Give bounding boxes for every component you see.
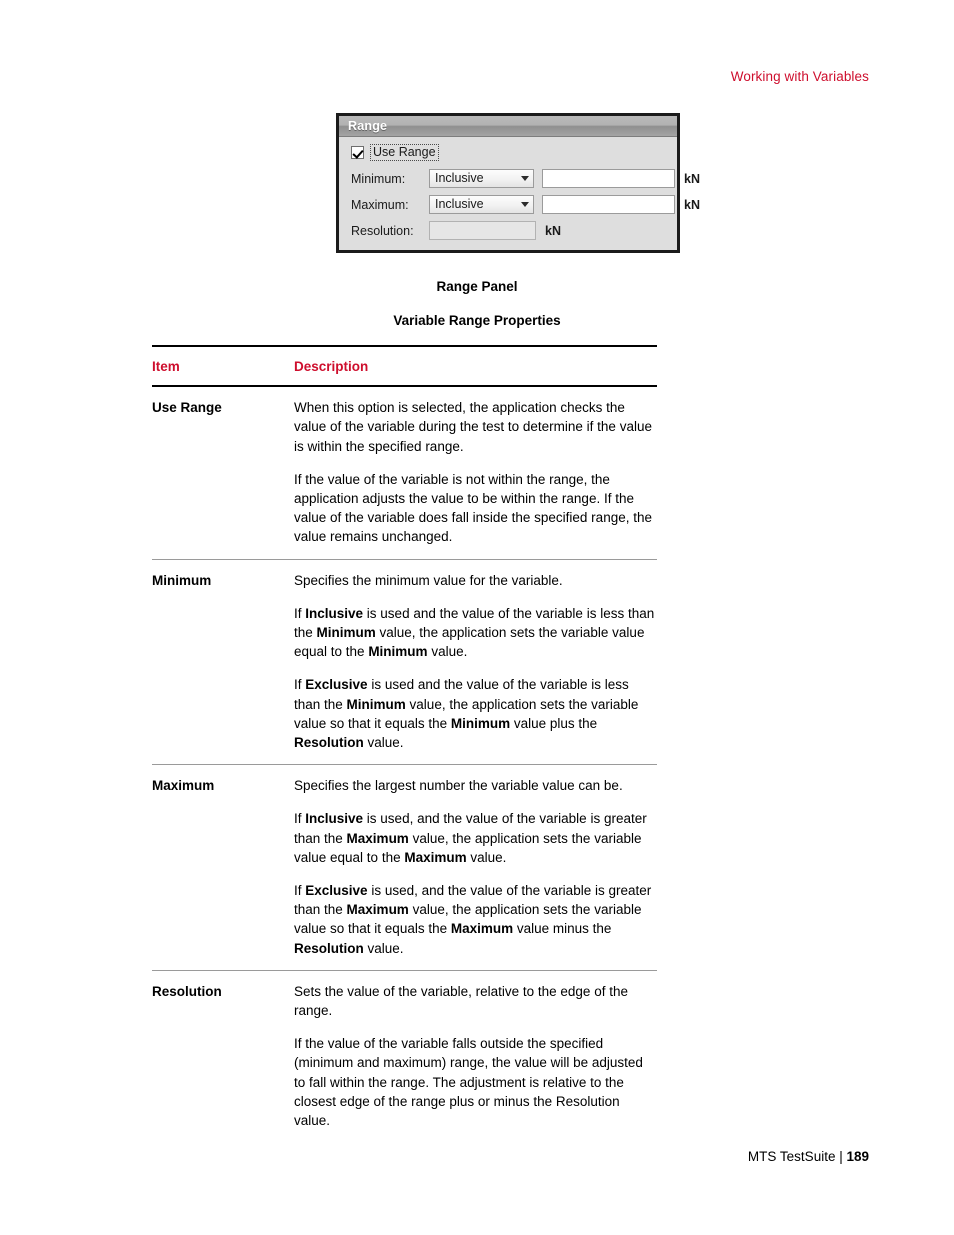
use-range-row: Use Range [351, 144, 677, 161]
range-panel-titlebar: Range [339, 116, 677, 137]
table-header-row: Item Description [152, 347, 657, 385]
chevron-down-icon [516, 196, 533, 213]
row-paragraph: If Exclusive is used, and the value of t… [294, 883, 652, 956]
row-item-label: Maximum [152, 778, 215, 794]
row-paragraph: Specifies the minimum value for the vari… [294, 572, 563, 588]
row-item-label: Use Range [152, 400, 222, 416]
maximum-bound-value: Inclusive [435, 197, 484, 211]
maximum-unit-label: kN [684, 197, 700, 212]
running-header-text: Working with Variables [730, 69, 869, 84]
use-range-label[interactable]: Use Range [370, 144, 439, 161]
table-title: Variable Range Properties [393, 313, 561, 328]
row-paragraph: If the value of the variable is not with… [294, 471, 652, 545]
minimum-row: Minimum: Inclusive kN [351, 169, 700, 188]
row-paragraph: If the value of the variable falls outsi… [294, 1036, 643, 1129]
figure-caption: Range Panel [436, 279, 518, 294]
resolution-unit-label: kN [545, 223, 561, 238]
chevron-down-icon [516, 170, 533, 187]
footer-product-name: MTS TestSuite | [747, 1149, 847, 1164]
resolution-value-input[interactable] [429, 221, 536, 240]
minimum-label: Minimum: [351, 171, 406, 186]
minimum-value-input[interactable] [542, 169, 675, 188]
running-header: Working with Variables [0, 69, 869, 84]
column-header-description: Description [294, 359, 369, 374]
table-row: Resolution Sets the value of the variabl… [152, 971, 657, 1142]
use-range-checkbox[interactable] [351, 146, 364, 159]
page-footer: MTS TestSuite | 189 [0, 1149, 869, 1164]
row-paragraph: If Inclusive is used, and the value of t… [294, 811, 647, 865]
maximum-value-input[interactable] [542, 195, 675, 214]
row-paragraph: When this option is selected, the applic… [294, 400, 652, 454]
variable-range-properties-table: Item Description Use Range When this opt… [152, 345, 657, 1142]
row-description: Specifies the largest number the variabl… [294, 776, 657, 958]
row-description: Sets the value of the variable, relative… [294, 982, 657, 1130]
maximum-label: Maximum: [351, 197, 409, 212]
row-paragraph: Specifies the largest number the variabl… [294, 778, 623, 794]
row-paragraph: If Inclusive is used and the value of th… [294, 605, 655, 660]
row-paragraph: Sets the value of the variable, relative… [294, 983, 628, 1019]
row-paragraph: If Exclusive is used and the value of th… [294, 677, 639, 751]
figure-range-panel: Range Use Range Minimum: Inclusive kN Ma… [336, 113, 700, 253]
range-panel: Range Use Range Minimum: Inclusive kN Ma… [336, 113, 700, 253]
row-description: Specifies the minimum value for the vari… [294, 571, 657, 753]
minimum-unit-label: kN [684, 171, 700, 186]
row-description: When this option is selected, the applic… [294, 398, 657, 546]
minimum-bound-select[interactable]: Inclusive [429, 169, 534, 188]
resolution-row: Resolution: kN [351, 221, 677, 240]
table-row: Minimum Specifies the minimum value for … [152, 560, 657, 765]
table-row: Use Range When this option is selected, … [152, 387, 657, 558]
range-panel-title: Range [348, 119, 388, 133]
maximum-row: Maximum: Inclusive kN [351, 195, 700, 214]
footer-page-number: 189 [846, 1149, 869, 1164]
table-row: Maximum Specifies the largest number the… [152, 765, 657, 970]
range-panel-body: Use Range Minimum: Inclusive kN Maximum:… [339, 137, 700, 250]
minimum-bound-value: Inclusive [435, 171, 484, 185]
resolution-label: Resolution: [351, 223, 414, 238]
maximum-bound-select[interactable]: Inclusive [429, 195, 534, 214]
column-header-item: Item [152, 359, 180, 374]
row-item-label: Minimum [152, 572, 212, 588]
row-item-label: Resolution [152, 983, 222, 999]
